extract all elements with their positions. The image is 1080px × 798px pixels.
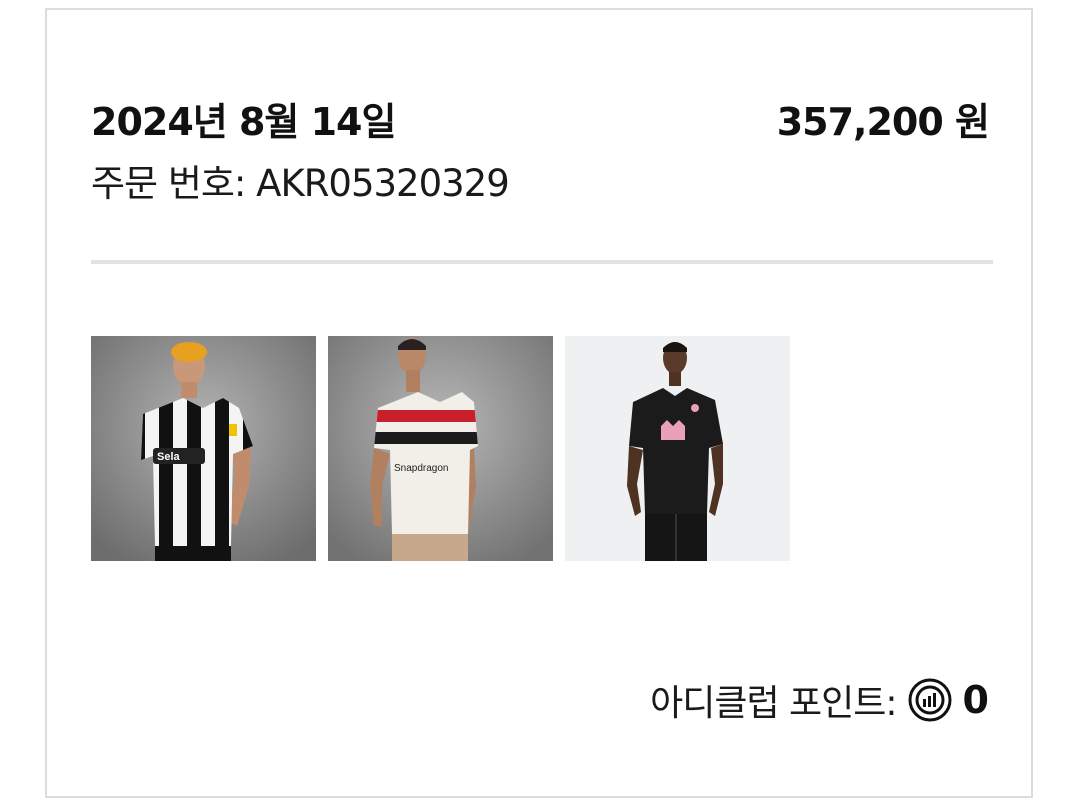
product-image-manutd-jersey[interactable]: Snapdragon <box>328 336 553 561</box>
order-date: 2024년 8월 14일 <box>91 100 396 144</box>
product-thumbnails: Sela Snapdragon <box>91 336 790 561</box>
product-image-inter-miami-jersey[interactable] <box>565 336 790 561</box>
adiclub-points-icon <box>908 678 952 722</box>
divider <box>91 260 993 264</box>
product-image-newcastle-jersey[interactable]: Sela <box>91 336 316 561</box>
order-total: 357,200 원 <box>776 100 990 144</box>
adiclub-points: 아디클럽 포인트: 0 <box>650 675 989 725</box>
points-value: 0 <box>962 678 989 722</box>
points-label: 아디클럽 포인트: <box>650 683 897 724</box>
svg-text:Snapdragon: Snapdragon <box>394 463 449 474</box>
svg-text:Sela: Sela <box>157 451 181 463</box>
order-number: 주문 번호: AKR05320329 <box>91 162 510 205</box>
order-card[interactable]: 2024년 8월 14일 357,200 원 주문 번호: AKR0532032… <box>45 8 1033 798</box>
